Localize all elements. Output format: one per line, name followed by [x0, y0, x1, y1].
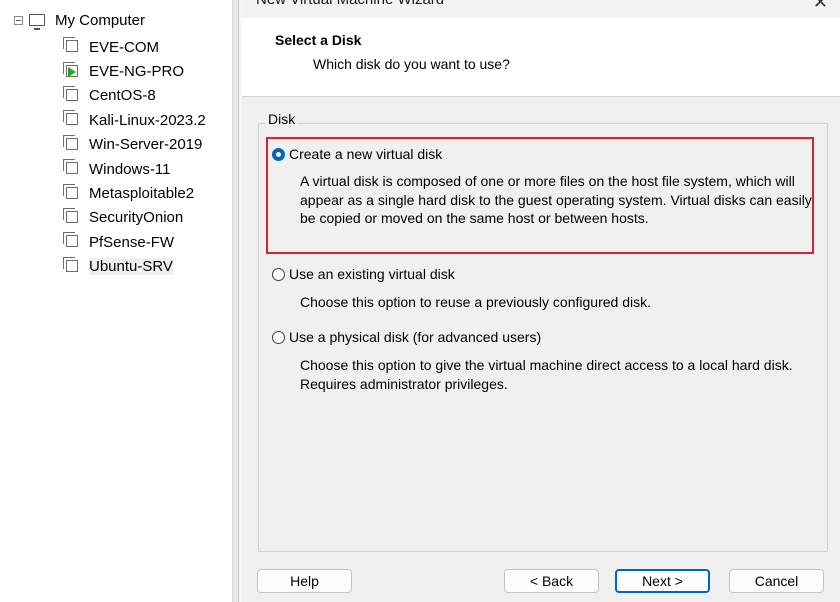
page-subtitle: Which disk do you want to use?: [313, 56, 510, 72]
option-label: Create a new virtual disk: [289, 146, 443, 162]
radio-icon[interactable]: [272, 330, 285, 344]
vm-item-label: Kali-Linux-2023.2: [89, 111, 206, 129]
vm-item-label: EVE-COM: [89, 38, 160, 56]
vm-item[interactable]: EVE-NG-PRO: [63, 59, 206, 83]
use-physical-disk-option[interactable]: Use a physical disk (for advanced users): [272, 329, 541, 345]
vm-item[interactable]: Windows-11: [63, 157, 206, 181]
create-new-disk-description: A virtual disk is composed of one or mor…: [300, 173, 812, 226]
computer-icon: [29, 14, 45, 30]
vm-item[interactable]: Kali-Linux-2023.2: [63, 108, 206, 132]
cancel-button[interactable]: Cancel: [729, 569, 824, 593]
vm-icon: [63, 207, 78, 223]
vm-icon: [63, 134, 78, 150]
use-existing-disk-description: Choose this option to reuse a previously…: [300, 294, 651, 310]
collapse-icon[interactable]: [14, 15, 23, 25]
vm-icon: [63, 232, 78, 248]
help-button[interactable]: Help: [257, 569, 352, 593]
radio-icon[interactable]: [272, 267, 285, 281]
next-button[interactable]: Next >: [615, 569, 710, 593]
play-icon: [68, 66, 76, 77]
vm-item[interactable]: CentOS-8: [63, 84, 206, 108]
create-new-disk-option[interactable]: Create a new virtual disk: [272, 146, 442, 162]
use-existing-disk-option[interactable]: Use an existing virtual disk: [272, 266, 455, 282]
vm-running-icon: [63, 61, 78, 77]
dialog-title: New Virtual Machine Wizard: [256, 0, 444, 8]
close-icon[interactable]: ✕: [813, 0, 828, 13]
vm-item-label: PfSense-FW: [89, 233, 175, 251]
radio-selected-icon[interactable]: [272, 147, 285, 161]
vm-item[interactable]: PfSense-FW: [63, 230, 206, 254]
vm-icon: [63, 110, 78, 126]
vm-item-label: Ubuntu-SRV: [89, 258, 173, 276]
vm-item-selected[interactable]: Ubuntu-SRV: [63, 255, 206, 279]
use-physical-disk-description: Choose this option to give the virtual m…: [300, 357, 793, 392]
option-label: Use an existing virtual disk: [289, 266, 455, 282]
disk-group-label: Disk: [266, 111, 298, 127]
option-label: Use a physical disk (for advanced users): [289, 329, 542, 345]
vm-list: EVE-COM EVE-NG-PRO CentOS-8 Kali-Linux-2…: [63, 35, 206, 279]
vm-item[interactable]: Metasploitable2: [63, 181, 206, 205]
new-vm-wizard-dialog: New Virtual Machine Wizard ✕ Select a Di…: [242, 0, 840, 602]
vm-item[interactable]: SecurityOnion: [63, 206, 206, 230]
vm-item[interactable]: EVE-COM: [63, 35, 206, 59]
back-button[interactable]: < Back: [504, 569, 599, 593]
vm-item-label: CentOS-8: [89, 87, 156, 105]
vm-icon: [63, 183, 78, 199]
library-tree: My Computer EVE-COM EVE-NG-PRO CentOS-8 …: [0, 0, 233, 602]
tree-root-my-computer[interactable]: My Computer: [14, 10, 145, 30]
dialog-titlebar[interactable]: New Virtual Machine Wizard ✕: [242, 0, 840, 18]
vm-item-label: Win-Server-2019: [89, 136, 203, 154]
vm-icon: [63, 37, 78, 53]
vm-item-label: Metasploitable2: [89, 185, 195, 203]
vm-icon: [63, 85, 78, 101]
page-title: Select a Disk: [275, 32, 362, 48]
vm-icon: [63, 256, 78, 272]
vm-item-label: SecurityOnion: [89, 209, 184, 227]
vm-item-label: EVE-NG-PRO: [89, 63, 185, 81]
wizard-header: Select a Disk Which disk do you want to …: [242, 18, 840, 97]
vm-icon: [63, 159, 78, 175]
vm-item[interactable]: Win-Server-2019: [63, 133, 206, 157]
tree-root-label: My Computer: [55, 11, 146, 29]
vm-item-label: Windows-11: [89, 160, 171, 178]
